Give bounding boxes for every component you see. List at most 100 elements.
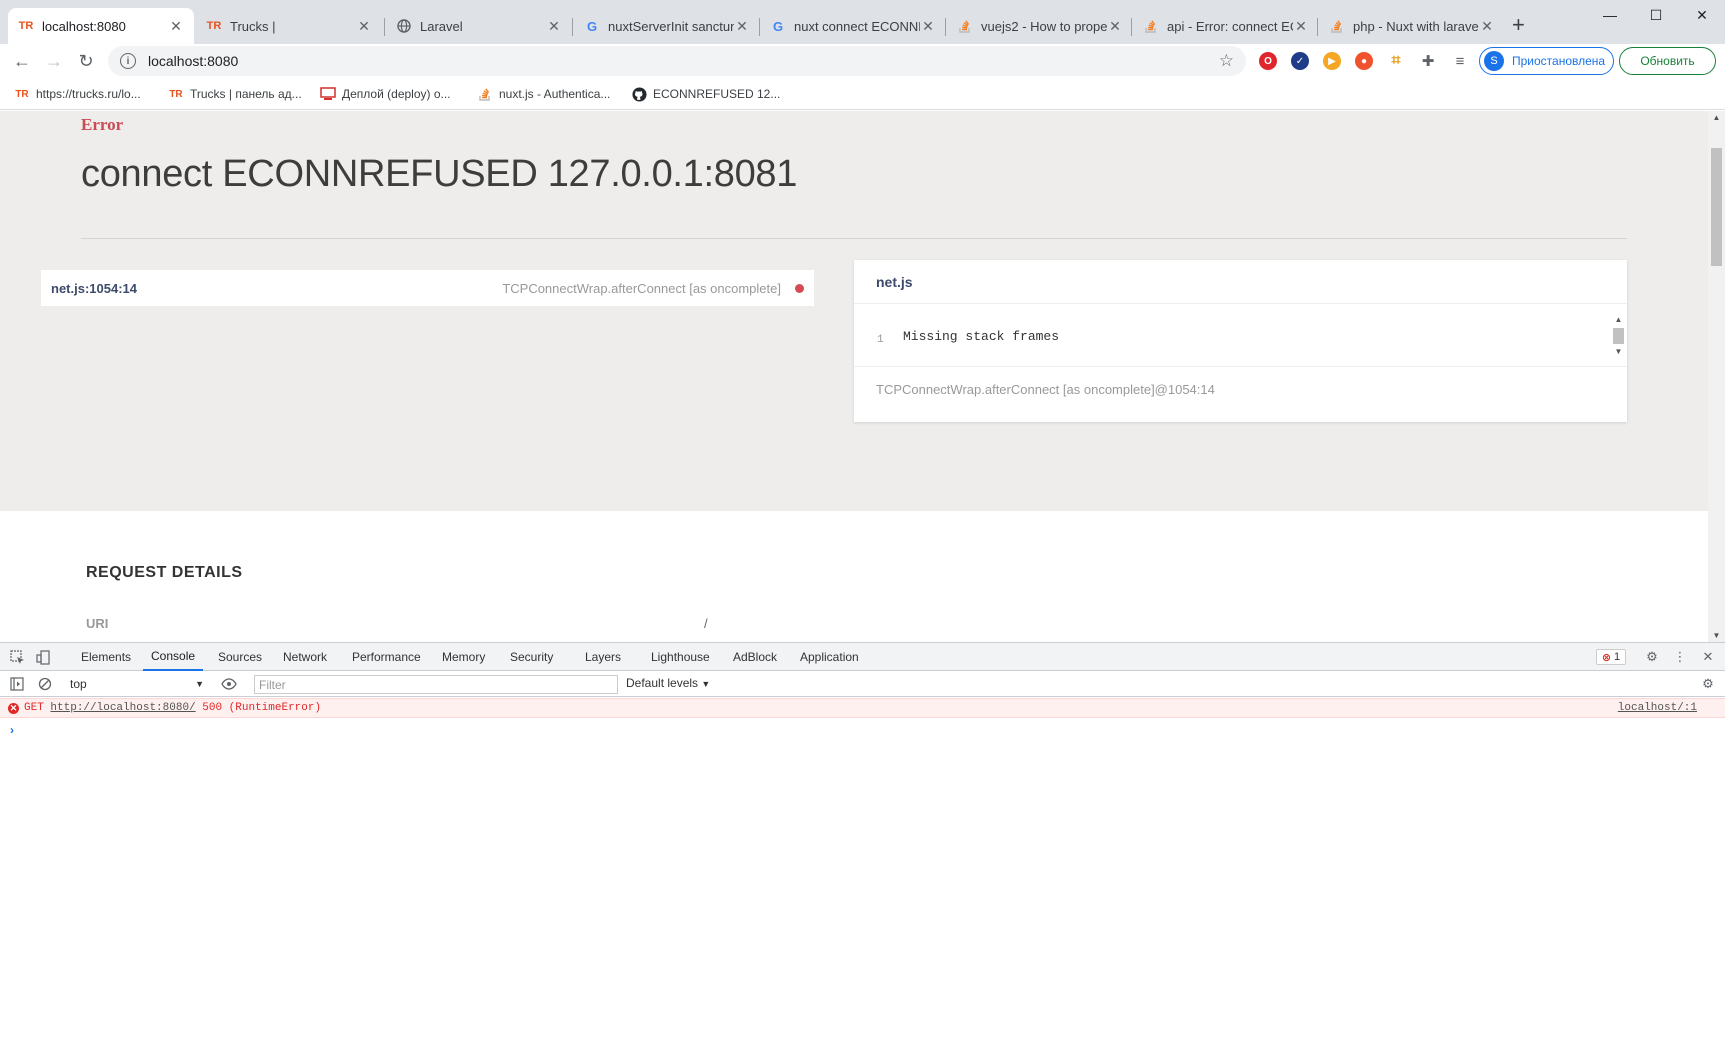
close-icon[interactable]: ✕ xyxy=(734,18,750,35)
bookmark-label: Trucks | панель ад... xyxy=(190,87,302,101)
opera-extension-icon[interactable]: O xyxy=(1259,52,1277,70)
window-close-icon[interactable]: ✕ xyxy=(1679,0,1725,30)
close-icon[interactable]: ✕ xyxy=(356,18,372,35)
filter-input[interactable]: Filter xyxy=(254,675,618,694)
play-extension-icon[interactable]: ▶ xyxy=(1323,52,1341,70)
tab-title: vuejs2 - How to proper xyxy=(981,18,1107,34)
log-levels-dropdown[interactable]: Default levels ▼ xyxy=(626,676,710,690)
trucks-favicon-icon: TR xyxy=(15,88,29,100)
caret-down-icon: ▼ xyxy=(701,679,711,689)
gear-icon[interactable]: ⚙ xyxy=(1643,648,1661,666)
tab-localhost[interactable]: TR localhost:8080 ✕ xyxy=(8,8,194,44)
scroll-up-icon[interactable]: ▲ xyxy=(1708,113,1725,122)
clear-console-icon[interactable] xyxy=(36,675,54,693)
more-vertical-icon[interactable]: ⋮ xyxy=(1671,648,1689,666)
error-label: Error xyxy=(81,115,124,134)
tab-performance[interactable]: Performance xyxy=(352,643,421,671)
tab-vuejs2[interactable]: vuejs2 - How to proper ✕ xyxy=(947,8,1133,44)
inspect-element-icon[interactable] xyxy=(8,648,26,666)
info-icon[interactable]: i xyxy=(120,53,136,69)
stack-frame-item[interactable]: net.js:1054:14 TCPConnectWrap.afterConne… xyxy=(41,270,814,306)
request-url-link[interactable]: http://localhost:8080/ xyxy=(50,702,195,714)
close-icon[interactable]: ✕ xyxy=(1699,648,1717,666)
close-icon[interactable]: ✕ xyxy=(1479,18,1495,35)
forward-arrow-icon[interactable]: → xyxy=(40,48,68,74)
tab-title: api - Error: connect EC xyxy=(1167,18,1293,34)
bookmark-label: https://trucks.ru/lo... xyxy=(36,87,141,101)
bookmark-item[interactable]: nuxt.js - Authentica... xyxy=(477,85,610,103)
page-viewport: Error connect ECONNREFUSED 127.0.0.1:808… xyxy=(0,111,1708,642)
google-icon: G xyxy=(586,18,598,34)
minimize-icon[interactable]: — xyxy=(1587,0,1633,30)
close-icon[interactable]: ✕ xyxy=(168,18,184,35)
shield-extension-icon[interactable]: ✓ xyxy=(1291,52,1309,70)
trucks-favicon-icon: TR xyxy=(18,20,34,32)
trucks-favicon-icon: TR xyxy=(206,20,222,32)
profile-button[interactable]: S Приостановлена xyxy=(1479,47,1614,75)
tab-title: Trucks | xyxy=(230,18,276,34)
scroll-thumb[interactable] xyxy=(1613,328,1624,344)
puzzle-extensions-icon[interactable]: ✚ xyxy=(1419,52,1437,70)
bookmark-item[interactable]: ECONNREFUSED 12... xyxy=(631,85,780,103)
globe-icon xyxy=(396,18,412,34)
reload-icon[interactable]: ↻ xyxy=(72,48,100,74)
device-toolbar-icon[interactable] xyxy=(34,648,52,666)
tab-nuxtserverinit[interactable]: G nuxtServerInit sanctum ✕ xyxy=(574,8,760,44)
tab-nuxt-connect[interactable]: G nuxt connect ECONNR ✕ xyxy=(760,8,946,44)
tab-layers[interactable]: Layers xyxy=(585,643,621,671)
new-tab-button[interactable]: + xyxy=(1512,12,1525,38)
tab-adblock[interactable]: AdBlock xyxy=(733,643,777,671)
eye-icon[interactable] xyxy=(220,675,238,693)
tab-lighthouse[interactable]: Lighthouse xyxy=(651,643,710,671)
close-icon[interactable]: ✕ xyxy=(1293,18,1309,35)
sidebar-toggle-icon[interactable] xyxy=(8,675,26,693)
maximize-icon[interactable]: ☐ xyxy=(1633,0,1679,30)
bookmark-item[interactable]: Деплой (deploy) о... xyxy=(320,85,451,103)
close-icon[interactable]: ✕ xyxy=(1107,18,1123,35)
context-select[interactable]: top ▼ xyxy=(70,675,204,693)
tab-api-error[interactable]: api - Error: connect EC ✕ xyxy=(1133,8,1319,44)
error-count-badge[interactable]: ⊗ 1 xyxy=(1596,649,1626,665)
frame-location: net.js:1054:14 xyxy=(51,280,137,296)
close-icon[interactable]: ✕ xyxy=(920,18,936,35)
scroll-down-icon[interactable]: ▼ xyxy=(1708,631,1725,640)
gear-icon[interactable]: ⚙ xyxy=(1699,675,1717,693)
frame-footer: TCPConnectWrap.afterConnect [as oncomple… xyxy=(876,381,1215,397)
deploy-icon xyxy=(320,86,336,102)
tab-php-nuxt[interactable]: php - Nuxt with laravel ✕ xyxy=(1319,8,1505,44)
update-button[interactable]: Обновить xyxy=(1619,47,1716,75)
tab-console[interactable]: Console xyxy=(143,643,204,671)
scroll-thumb[interactable] xyxy=(1711,148,1722,266)
tab-sources[interactable]: Sources xyxy=(218,643,262,671)
uri-value: / xyxy=(704,616,708,631)
tab-network[interactable]: Network xyxy=(283,643,327,671)
scroll-up-icon[interactable]: ▲ xyxy=(1612,314,1625,326)
code-scrollbar[interactable]: ▲ ▼ xyxy=(1612,314,1625,360)
bookmark-item[interactable]: TR Trucks | панель ад... xyxy=(168,85,302,103)
close-icon[interactable]: ✕ xyxy=(546,18,562,35)
media-queue-icon[interactable]: ≡ xyxy=(1451,52,1469,70)
bookmark-item[interactable]: TR https://trucks.ru/lo... xyxy=(14,85,141,103)
crop-extension-icon[interactable]: ⌗ xyxy=(1387,52,1405,70)
stackoverflow-icon xyxy=(477,86,493,102)
bookmark-star-icon[interactable]: ☆ xyxy=(1219,51,1234,71)
address-bar[interactable]: i localhost:8080 ☆ xyxy=(108,46,1246,76)
tab-memory[interactable]: Memory xyxy=(442,643,485,671)
page-scrollbar[interactable]: ▲ ▼ xyxy=(1708,111,1725,642)
tab-application[interactable]: Application xyxy=(800,643,859,671)
back-arrow-icon[interactable]: ← xyxy=(8,48,36,74)
error-header: Error connect ECONNREFUSED 127.0.0.1:808… xyxy=(0,111,1708,511)
fire-extension-icon[interactable]: ● xyxy=(1355,52,1373,70)
stackoverflow-icon xyxy=(957,18,973,34)
scroll-down-icon[interactable]: ▼ xyxy=(1612,346,1625,358)
caret-down-icon: ▼ xyxy=(195,679,204,689)
console-filter-bar: top ▼ Filter Default levels ▼ ⚙ xyxy=(0,671,1725,697)
tab-trucks[interactable]: TR Trucks | ✕ xyxy=(196,8,382,44)
tab-security[interactable]: Security xyxy=(510,643,553,671)
tab-elements[interactable]: Elements xyxy=(81,643,131,671)
console-prompt-icon[interactable]: › xyxy=(10,723,14,737)
profile-label: Приостановлена xyxy=(1512,54,1606,68)
bookmark-label: ECONNREFUSED 12... xyxy=(653,87,781,101)
source-link[interactable]: localhost/:1 xyxy=(1618,702,1697,714)
tab-laravel[interactable]: Laravel ✕ xyxy=(386,8,572,44)
